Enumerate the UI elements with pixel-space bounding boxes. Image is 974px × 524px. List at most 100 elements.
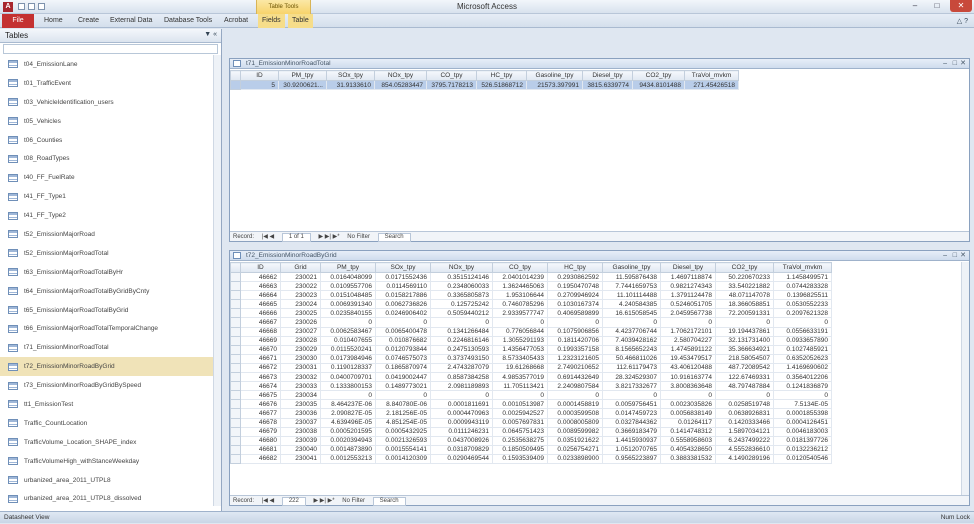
tab-file[interactable]: File	[2, 14, 34, 28]
table-cell[interactable]: 230040	[280, 444, 321, 455]
table-cell[interactable]: 0.9565223897	[602, 453, 661, 464]
nav-table-item[interactable]: t64_EmissionMajorRoadTotalByGridByCnty	[0, 282, 221, 301]
table-cell[interactable]: 0.0158217886	[375, 290, 431, 301]
table-cell[interactable]: 526.51868712	[476, 79, 527, 91]
table-cell[interactable]: 3.8008363648	[660, 381, 716, 392]
table-cell[interactable]: 46682	[240, 453, 281, 464]
table-cell[interactable]: 7.7441659753	[602, 281, 661, 292]
table-cell[interactable]: 4.5552836610	[715, 444, 774, 455]
record-selector[interactable]	[230, 390, 241, 401]
table-row[interactable]: 46680 230039 0.0020394943 0.0021326593 0.043…	[230, 435, 832, 446]
table-cell[interactable]: 230027	[280, 326, 321, 337]
record-position-field[interactable]: 1 of 1	[281, 233, 311, 242]
column-header[interactable]: ID	[240, 70, 279, 81]
table-cell[interactable]: 0.0009943119	[430, 417, 493, 428]
select-all-corner[interactable]	[230, 70, 241, 81]
record-position-field[interactable]: 222	[281, 497, 306, 506]
record-selector[interactable]	[230, 444, 241, 455]
table-cell[interactable]: 0	[430, 317, 493, 328]
table-cell[interactable]: 1.4415930937	[602, 435, 661, 446]
table-row[interactable]: 46673 230032 0.0400709701 0.0419002447 0.858…	[230, 372, 832, 383]
table-cell[interactable]: 0.1489773021	[375, 381, 431, 392]
table-cell[interactable]: 0.0001855398	[773, 408, 832, 419]
table-cell[interactable]: 0.1027485921	[773, 344, 832, 355]
table-cell[interactable]: 0.0012553213	[320, 453, 376, 464]
table-cell[interactable]: 0.3669183479	[602, 426, 661, 437]
table-cell[interactable]: 0.0419002447	[375, 372, 431, 383]
record-selector[interactable]	[230, 399, 241, 410]
table-cell[interactable]: 0.2930862592	[547, 271, 603, 283]
table-cell[interactable]: 0.3515124146	[430, 271, 493, 283]
table-cell[interactable]: 1.3791124478	[660, 290, 716, 301]
table-cell[interactable]: 112.61179473	[602, 362, 661, 374]
table-cell[interactable]: 46672	[240, 362, 281, 374]
table-row[interactable]: 46674 230033 0.1333800153 0.1489773021 2.098…	[230, 381, 832, 392]
table-cell[interactable]: 2.2409807584	[547, 381, 603, 392]
column-header[interactable]: PM_tpy	[320, 262, 376, 273]
record-selector[interactable]	[230, 372, 241, 383]
table-cell[interactable]: 218.58054507	[715, 353, 774, 364]
column-header[interactable]: HC_tpy	[476, 70, 527, 81]
record-selector[interactable]	[230, 271, 241, 283]
table-cell[interactable]: 5	[240, 79, 279, 91]
maximize-button[interactable]: □	[926, 0, 948, 12]
table-row[interactable]: 46670 230029 0.0115520241 0.0120793844 0.247…	[230, 344, 832, 355]
datasheet-grid[interactable]: ID PM_tpy SOx_tpy NOx_tpy CO_tpy HC_tpy Gasoli…	[230, 70, 739, 91]
table-cell[interactable]: 0.0014873890	[320, 444, 376, 455]
table-cell[interactable]: 1.5897034121	[715, 426, 774, 437]
table-cell[interactable]: 0.1950470748	[547, 281, 603, 292]
record-selector[interactable]	[230, 290, 241, 301]
nav-table-item[interactable]: TrafficVolume_Location_SHAPE_index	[0, 433, 221, 452]
table-cell[interactable]: 230022	[280, 281, 321, 292]
table-cell[interactable]: 48.797487884	[715, 381, 774, 392]
table-cell[interactable]: 46675	[240, 390, 281, 401]
table-cell[interactable]: 4.240584385	[602, 299, 661, 310]
record-selector[interactable]	[230, 353, 241, 364]
table-cell[interactable]: 0.0744283328	[773, 281, 832, 292]
table-row[interactable]: 46667 230026 0 0 0 0 0 0 0 0 0	[230, 317, 832, 328]
table-cell[interactable]: 1.3055291193	[492, 335, 548, 346]
access-app-icon[interactable]: A	[3, 2, 13, 12]
column-header[interactable]: Diesel_tpy	[660, 262, 716, 273]
table-cell[interactable]: 271.45426518	[684, 79, 739, 91]
table-cell[interactable]: 0.0111246231	[430, 426, 493, 437]
table-cell[interactable]: 0	[547, 317, 603, 328]
table-cell[interactable]: 0.0437008926	[430, 435, 493, 446]
undo-icon[interactable]	[28, 3, 35, 10]
table-cell[interactable]: 1.3624465063	[492, 281, 548, 292]
help-icon[interactable]: △ ?	[957, 17, 968, 25]
nav-table-item[interactable]: t72_EmissionMinorRoadByGrid	[0, 357, 221, 377]
table-cell[interactable]: 2.4743287079	[430, 362, 493, 374]
table-cell[interactable]: 0.0010513987	[492, 399, 548, 410]
table-cell[interactable]: 0.3564012206	[773, 372, 832, 383]
table-cell[interactable]: 1.4745891122	[660, 344, 716, 355]
table-cell[interactable]: 0.0115520241	[320, 344, 376, 355]
table-cell[interactable]: 0	[773, 390, 832, 401]
table-row[interactable]: 46663 230022 0.0109557706 0.0114569110 0.234…	[230, 281, 832, 292]
table-row[interactable]: 46677 230036 2.090827E-05 2.181256E-05 0.000…	[230, 408, 832, 419]
save-icon[interactable]	[18, 3, 25, 10]
table-cell[interactable]: 0	[492, 390, 548, 401]
nav-table-item[interactable]: TrafficVolumeHigh_withStanceWeekday	[0, 452, 221, 471]
table-cell[interactable]: 46662	[240, 271, 281, 283]
tab-create[interactable]: Create	[74, 14, 103, 28]
table-cell[interactable]: 46681	[240, 444, 281, 455]
window-close-icon[interactable]: ✕	[960, 251, 966, 261]
table-row[interactable]: 46676 230035 8.464237E-06 8.840780E-06 0.000…	[230, 399, 832, 410]
table-cell[interactable]: 0.0114569110	[375, 281, 431, 292]
column-header[interactable]: NOx_tpy	[374, 70, 427, 81]
table-cell[interactable]: 0.0015554141	[375, 444, 431, 455]
table-cell[interactable]: 0	[602, 317, 661, 328]
record-selector[interactable]	[230, 326, 241, 337]
table-cell[interactable]: 0.0120540546	[773, 453, 832, 464]
window-maximize-icon[interactable]: □	[953, 59, 957, 69]
tab-table[interactable]: Table	[288, 14, 313, 28]
table-cell[interactable]: 230029	[280, 344, 321, 355]
record-selector[interactable]	[230, 79, 241, 91]
table-cell[interactable]: 0.0400709701	[320, 372, 376, 383]
table-cell[interactable]: 2.181256E-05	[375, 408, 431, 419]
window-maximize-icon[interactable]: □	[953, 251, 957, 261]
table-cell[interactable]: 0.1865870974	[375, 362, 431, 374]
tab-database-tools[interactable]: Database Tools	[160, 14, 216, 28]
table-cell[interactable]: 0.0318709829	[430, 444, 493, 455]
